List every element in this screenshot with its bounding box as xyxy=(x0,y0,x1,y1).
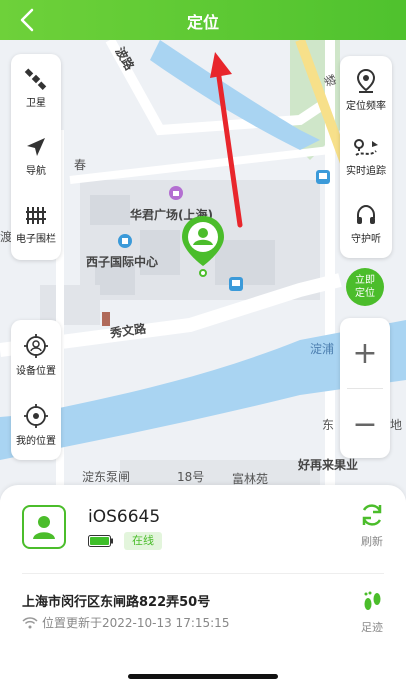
location-frequency-icon xyxy=(356,68,376,93)
map-label: 春 xyxy=(74,158,87,172)
map-tools-panel: 卫星 导航 电子围栏 xyxy=(11,54,61,260)
user-icon xyxy=(33,516,55,539)
device-name: iOS6645 xyxy=(88,507,161,527)
status-badge: 在线 xyxy=(124,532,162,550)
device-tools-panel: 定位频率 实时追踪 守护听 xyxy=(340,56,392,258)
navigation-icon xyxy=(27,138,45,156)
battery-icon xyxy=(88,535,113,547)
my-location-icon xyxy=(24,404,48,428)
map-label: 18号 xyxy=(177,470,205,484)
page-title: 定位 xyxy=(186,13,219,32)
fence-button[interactable]: 电子围栏 xyxy=(11,190,61,258)
wifi-icon xyxy=(22,616,38,628)
annotation-arrow-icon xyxy=(210,52,243,228)
footprint-button[interactable]: 足迹 xyxy=(352,589,392,635)
device-avatar[interactable] xyxy=(22,505,66,549)
marker-icon xyxy=(102,312,110,326)
location-panel: 设备位置 我的位置 xyxy=(11,320,61,460)
realtime-tracking-icon xyxy=(354,138,378,156)
device-info-sheet: iOS6645 在线 刷新 上海市闵行区东闸路822弄50号 位置更新于2022… xyxy=(0,485,406,684)
device-location-icon xyxy=(24,334,48,358)
map-river-label: 淀浦 xyxy=(310,342,335,356)
map-poi-pier[interactable]: 淀东泵闸 xyxy=(82,468,130,485)
building-icon xyxy=(118,234,132,248)
locate-now-button[interactable]: 立即 定位 xyxy=(346,268,384,306)
bus-stop-icon xyxy=(229,277,243,291)
divider xyxy=(22,573,384,574)
my-location-button[interactable]: 我的位置 xyxy=(11,390,61,460)
zoom-out-button[interactable]: − xyxy=(340,389,390,459)
zoom-control: + − xyxy=(340,318,390,458)
satellite-icon xyxy=(24,68,47,90)
map-poi-xizi[interactable]: 西子国际中心 xyxy=(86,253,158,270)
home-indicator xyxy=(128,674,278,679)
refresh-button[interactable]: 刷新 xyxy=(352,501,392,549)
refresh-icon xyxy=(362,504,382,526)
shopping-icon xyxy=(169,186,183,200)
navigation-button[interactable]: 导航 xyxy=(11,122,61,190)
map-label: 东 xyxy=(322,418,335,432)
device-location-button[interactable]: 设备位置 xyxy=(11,320,61,390)
zoom-in-button[interactable]: + xyxy=(340,318,390,388)
headphones-icon xyxy=(357,204,375,224)
map-label: 地 xyxy=(390,418,403,432)
realtime-tracking-button[interactable]: 实时追踪 xyxy=(340,123,392,190)
location-frequency-button[interactable]: 定位频率 xyxy=(340,56,392,123)
update-time: 位置更新于2022-10-13 17:15:15 xyxy=(22,614,229,631)
bus-stop-icon xyxy=(316,170,330,184)
satellite-button[interactable]: 卫星 xyxy=(11,54,61,122)
top-bar: 定位 xyxy=(0,0,406,40)
listen-button[interactable]: 守护听 xyxy=(340,190,392,257)
fence-icon xyxy=(26,207,46,224)
device-address: 上海市闵行区东闸路822弄50号 xyxy=(22,595,211,610)
footprint-icon xyxy=(364,591,381,610)
